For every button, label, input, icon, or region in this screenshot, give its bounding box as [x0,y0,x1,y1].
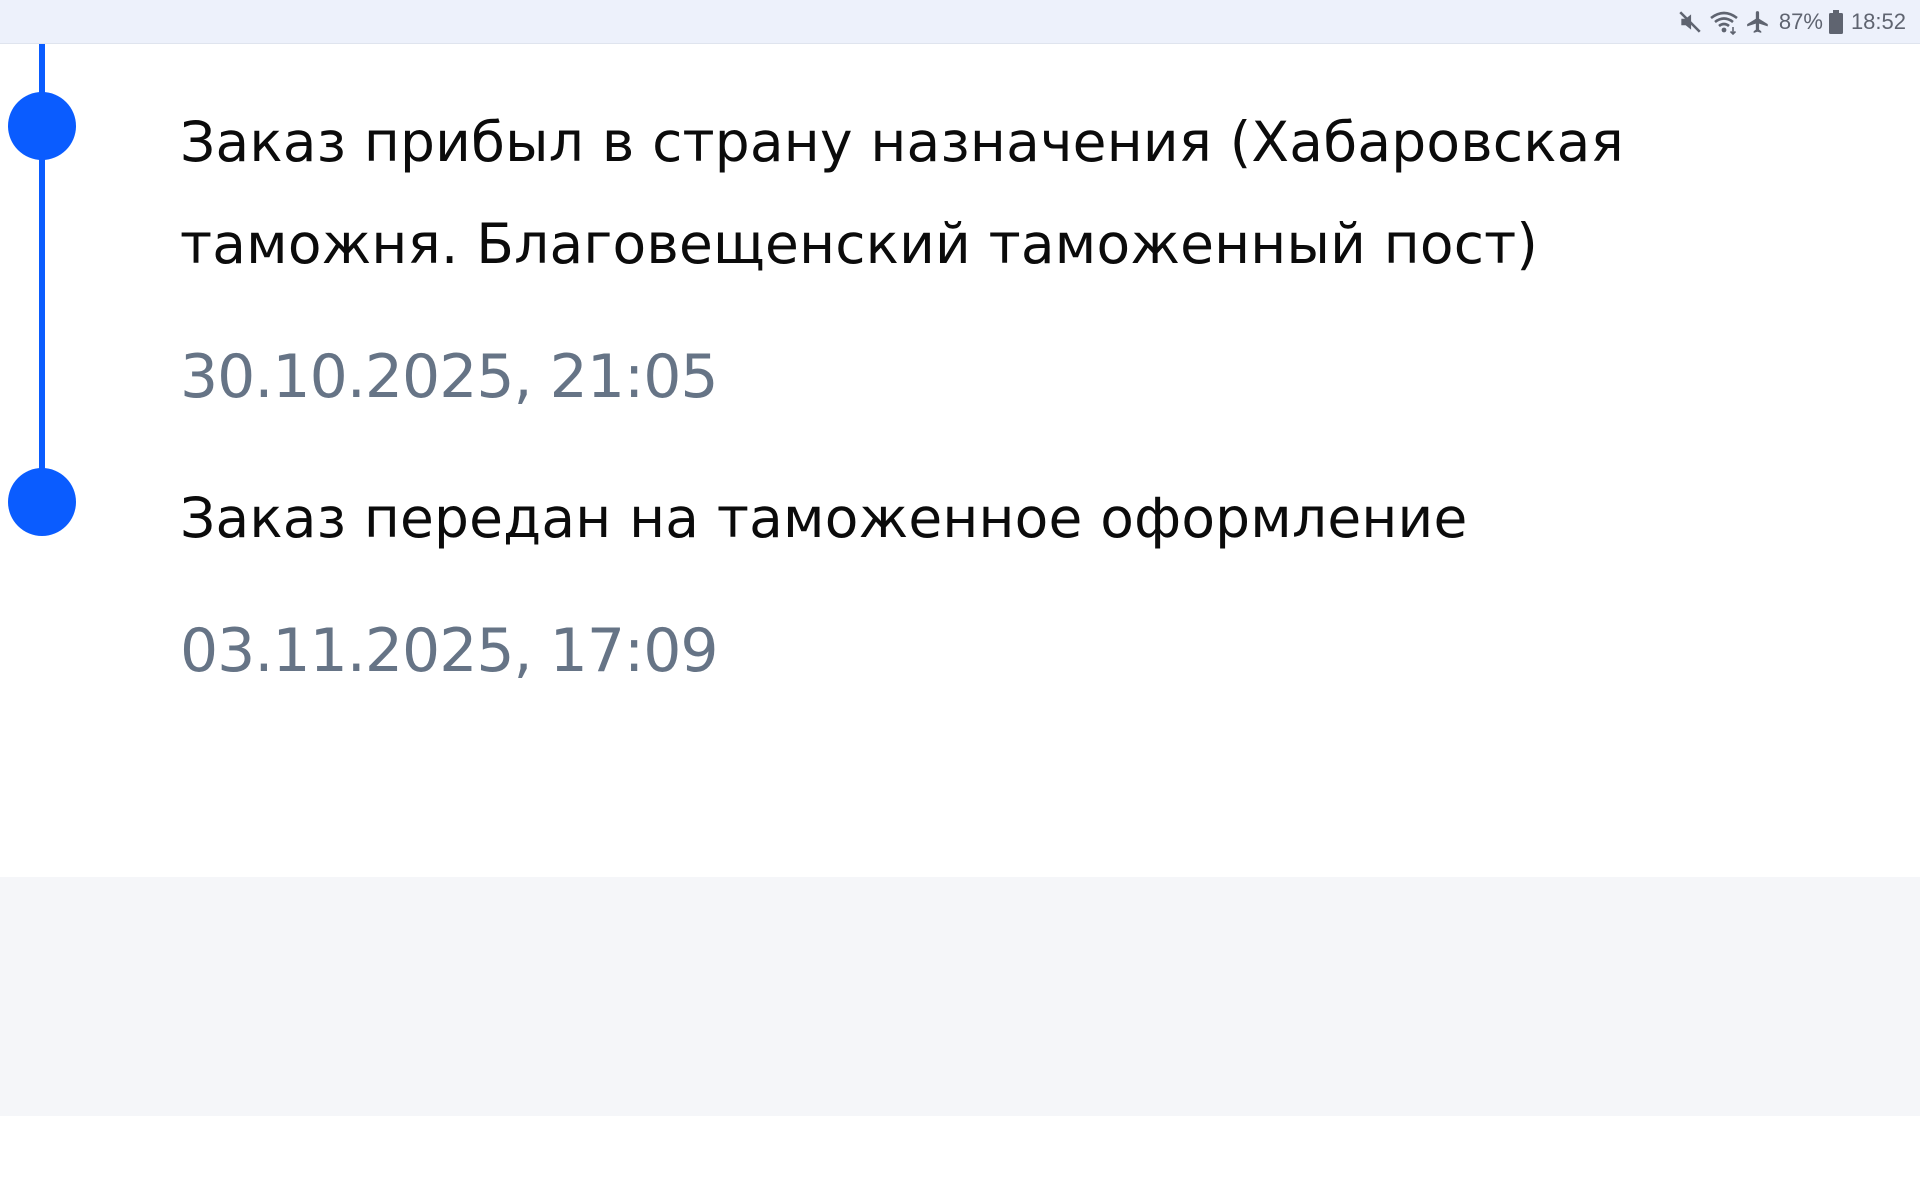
airplane-mode-icon [1745,9,1771,35]
event-title: Заказ прибыл в страну назначения (Хабаро… [180,110,1624,276]
tracking-timeline: Заказ прибыл в страну назначения (Хабаро… [0,44,1920,877]
event-datetime: 30.10.2025, 21:05 [180,342,719,412]
bottom-area [0,1116,1920,1200]
timeline-dot-event-1 [8,92,76,160]
battery-percent: 87% [1778,8,1823,34]
timeline-dot-event-2 [8,468,76,536]
clock: 18:52 [1850,8,1906,34]
battery-icon [1828,9,1843,34]
status-indicators: 87% 18:52 [1677,0,1906,43]
event-title: Заказ передан на таможенное оформление [180,486,1468,550]
status-bar: 87% 18:52 [0,0,1920,44]
mute-icon [1677,9,1703,35]
wifi-icon [1709,9,1739,35]
page-footer-area [0,877,1920,1116]
event-datetime: 03.11.2025, 17:09 [180,616,719,686]
